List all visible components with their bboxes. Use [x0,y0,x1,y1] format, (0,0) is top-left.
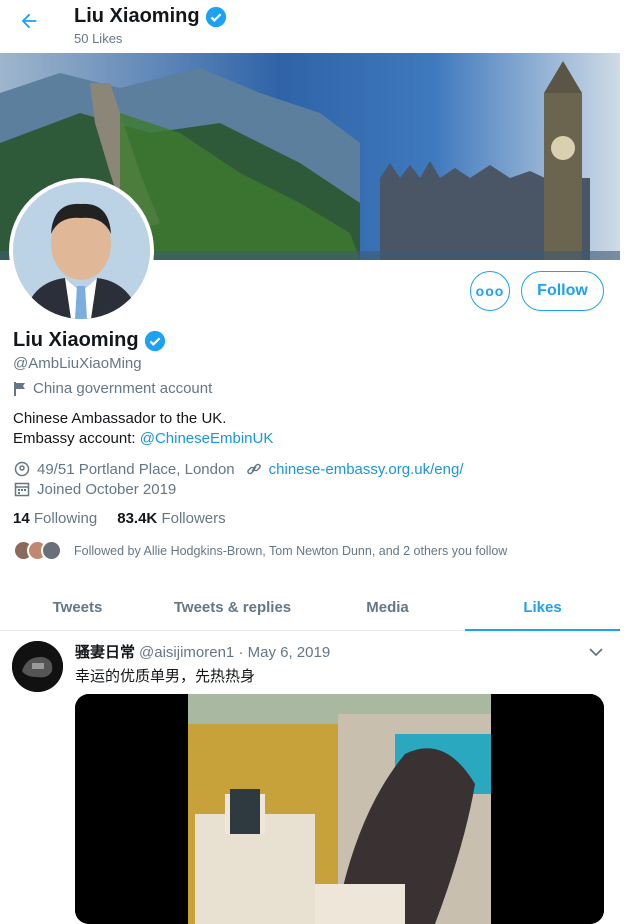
back-arrow-icon[interactable] [18,10,40,32]
profile-tabs: Tweets Tweets & replies Media Likes [0,585,620,631]
verified-icon [144,330,165,351]
followers-count: 83.4K [117,510,158,527]
government-label-text: China government account [33,380,213,397]
tweet-header: 骚妻日常 @aisijimoren1 · May 6, 2019 [75,641,330,662]
tab-media[interactable]: Media [310,585,465,630]
tweet-media[interactable] [75,694,604,924]
follow-button[interactable]: Follow [521,271,604,311]
chevron-down-icon[interactable] [588,645,604,659]
profile-avatar[interactable] [9,178,154,323]
bio-mention-link[interactable]: @ChineseEmbinUK [140,430,274,447]
following-label: Following [33,510,98,527]
following-link[interactable]: 14 Following [13,510,97,527]
tab-likes[interactable]: Likes [465,585,620,631]
meta-row: 49/51 Portland Place, London chinese-emb… [13,459,463,479]
following-count: 14 [13,510,30,527]
followed-by[interactable]: Followed by Allie Hodgkins-Brown, Tom Ne… [13,540,507,561]
bio-line: Embassy account: @ChineseEmbinUK [13,429,273,449]
header-title: Liu Xiaoming [74,5,200,27]
profile-handle: @AmbLiuXiaoMing [13,355,142,372]
profile-name-row: Liu Xiaoming [13,329,166,352]
government-label: China government account [13,380,212,397]
followed-by-text: Followed by Allie Hodgkins-Brown, Tom Ne… [74,543,508,558]
calendar-icon [13,480,31,498]
follower-avatar [41,540,62,561]
bio-prefix: Embassy account: [13,430,140,447]
followers-link[interactable]: 83.4K Followers [117,510,225,527]
tweet-separator: · [238,644,244,661]
profile-name: Liu Xiaoming [13,329,139,351]
more-options-button[interactable]: ooo [470,271,510,311]
header-likes-count: 50 Likes [74,31,123,46]
tweet-author-avatar[interactable] [12,641,63,692]
tab-tweets-replies[interactable]: Tweets & replies [155,585,310,630]
tab-tweets[interactable]: Tweets [0,585,155,630]
follow-counts: 14 Following 83.4K Followers [13,510,226,527]
link-icon [245,460,263,478]
meta-row: Joined October 2019 [13,479,463,499]
profile-meta: 49/51 Portland Place, London chinese-emb… [13,459,463,499]
tweet-author-handle[interactable]: @aisijimoren1 [139,644,234,661]
header-title-row: Liu Xiaoming [74,5,227,28]
profile-location: 49/51 Portland Place, London [37,460,235,478]
profile-header: Liu Xiaoming 50 Likes [0,0,620,53]
location-icon [13,460,31,478]
profile-joined: Joined October 2019 [37,480,177,498]
tweet-author-name[interactable]: 骚妻日常 [75,644,135,661]
verified-icon [205,6,226,27]
tweet-date[interactable]: May 6, 2019 [248,644,331,661]
flag-icon [14,381,25,396]
followers-label: Followers [161,510,226,527]
tweet-text: 幸运的优质单男，先热热身 [75,668,256,685]
liked-tweet[interactable]: 骚妻日常 @aisijimoren1 · May 6, 2019 幸运的优质单男，… [0,631,620,924]
bio-line: Chinese Ambassador to the UK. [13,410,227,427]
profile-website-link[interactable]: chinese-embassy.org.uk/eng/ [269,461,464,478]
profile-bio: Chinese Ambassador to the UK. Embassy ac… [13,409,273,449]
